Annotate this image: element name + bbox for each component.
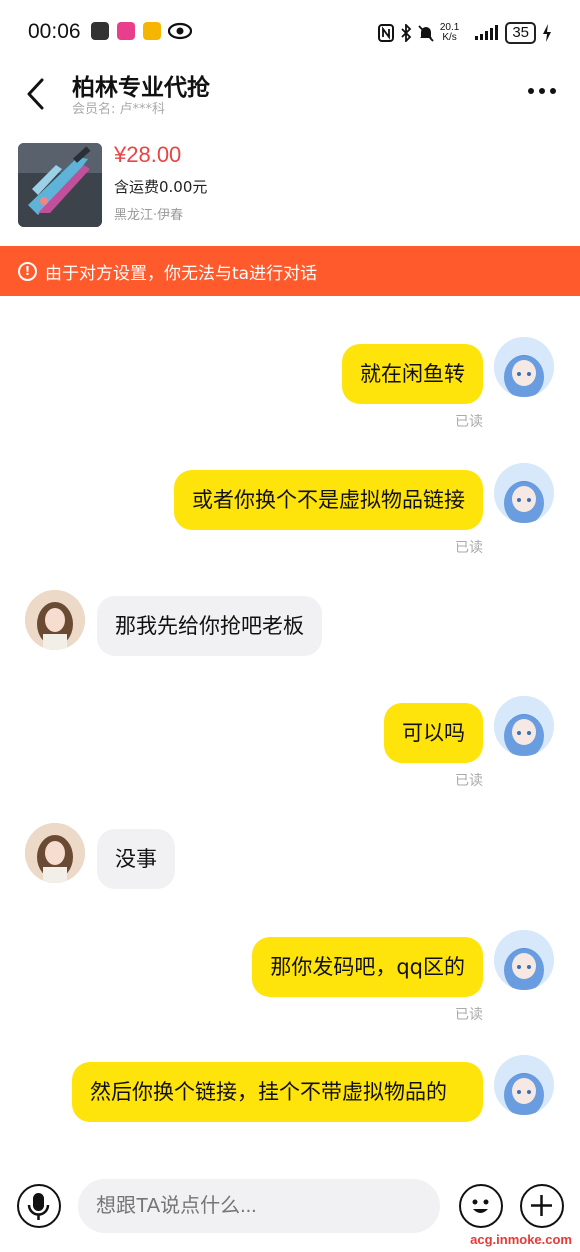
message-bubble[interactable]: 或者你换个不是虚拟物品链接 [174,470,483,530]
product-card[interactable]: ¥28.00 含运费0.00元 黑龙江·伊春 [18,140,438,230]
bluetooth-icon [401,24,412,42]
more-options-icon[interactable] [526,84,558,98]
chat-title[interactable]: 柏林专业代抢 [72,68,210,102]
chat-restricted-notice: ! 由于对方设置，你无法与ta进行对话 [0,246,580,296]
message-bubble[interactable]: 就在闲鱼转 [342,344,483,404]
read-status: 已读 [455,773,483,789]
message-bubble[interactable]: 然后你换个链接，挂个不带虚拟物品的 [72,1062,483,1122]
network-speed: 20.1 K/s [440,23,459,43]
product-thumbnail[interactable] [18,143,102,227]
product-shipping: 含运费0.00元 [114,178,208,196]
read-status: 已读 [455,1007,483,1023]
lala-app-icon [117,22,135,40]
my-avatar[interactable] [494,463,554,523]
my-avatar[interactable] [494,696,554,756]
message-bubble[interactable]: 可以吗 [384,703,483,763]
my-avatar[interactable] [494,930,554,990]
more-actions-button[interactable] [520,1184,564,1228]
plus-icon [531,1195,552,1216]
battery-level: 35 [505,22,536,44]
chat-header: 柏林专业代抢 会员名: 卢***科 [0,62,580,122]
weapon-skin-image [18,143,102,227]
alert-circle-icon: ! [18,261,37,281]
status-indicators: 20.1 K/s 35 [377,20,552,46]
seller-avatar[interactable] [25,590,85,650]
charging-icon [543,24,551,42]
seller-avatar[interactable] [25,823,85,883]
member-name: 会员名: 卢***科 [72,102,166,117]
smiley-icon [472,1199,489,1213]
message-input[interactable] [78,1179,440,1233]
sync-app-icon [91,22,109,40]
read-status: 已读 [455,540,483,556]
status-time: 00:06 [28,20,81,43]
message-bubble[interactable]: 那我先给你抢吧老板 [97,596,322,656]
notice-text: 由于对方设置，你无法与ta进行对话 [45,263,318,284]
signal-icon [475,25,499,40]
site-watermark: acg.inmoke.com [470,1232,572,1247]
voice-button[interactable] [17,1184,61,1228]
mail-app-icon [143,22,161,40]
mute-icon [418,25,434,42]
nfc-icon [377,24,394,42]
read-status: 已读 [455,414,483,430]
back-arrow-icon[interactable] [22,76,52,112]
my-avatar[interactable] [494,1055,554,1115]
message-bubble[interactable]: 没事 [97,829,175,889]
my-avatar[interactable] [494,337,554,397]
product-price: ¥28.00 [114,142,182,167]
network-speed-unit: K/s [442,32,457,43]
message-bubble[interactable]: 那你发码吧，qq区的 [252,937,483,997]
eye-icon [168,22,192,40]
emoji-button[interactable] [459,1184,503,1228]
microphone-icon [27,1193,50,1220]
status-bar: 00:06 20.1 K/s 35 [0,0,580,62]
product-location: 黑龙江·伊春 [114,208,184,223]
